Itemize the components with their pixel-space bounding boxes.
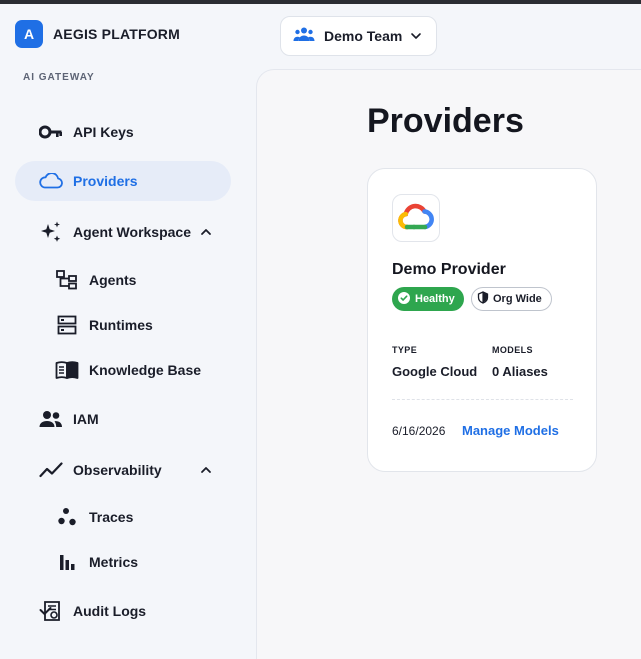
scope-badge: Org Wide [471, 287, 552, 311]
sidebar-item-label: Audit Logs [73, 603, 147, 619]
brand-name: AEGIS PLATFORM [53, 26, 180, 42]
key-icon [39, 120, 63, 144]
provider-name: Demo Provider [392, 261, 506, 278]
sidebar-item-knowledge-base[interactable]: Knowledge Base [55, 352, 231, 388]
scope-badge-label: Org Wide [493, 293, 542, 305]
sidebar-item-label: IAM [73, 411, 99, 427]
cloud-icon [39, 169, 63, 193]
chevron-up-icon[interactable] [199, 463, 213, 482]
team-selector-label: Demo Team [324, 28, 403, 44]
sidebar-item-label: Knowledge Base [89, 362, 202, 378]
sidebar-section-label: AI GATEWAY [23, 72, 95, 83]
sidebar-item-agent-workspace[interactable]: Agent Workspace [15, 212, 231, 252]
sidebar-item-label: Providers [73, 173, 138, 189]
sidebar-item-label: Traces [89, 509, 134, 525]
brand-logo: A [15, 20, 43, 48]
check-circle-icon [398, 291, 410, 307]
trend-icon [39, 458, 63, 482]
server-icon [55, 313, 79, 337]
shield-icon [477, 291, 489, 307]
team-selector[interactable]: Demo Team [280, 16, 437, 56]
book-icon [55, 358, 79, 382]
status-badge: Healthy [392, 287, 464, 311]
sidebar-item-label: Agents [89, 272, 137, 288]
bar-chart-icon [55, 550, 79, 574]
sidebar-item-runtimes[interactable]: Runtimes [55, 307, 231, 343]
sidebar-item-label: Agent Workspace [73, 224, 191, 240]
traces-icon [55, 505, 79, 529]
sidebar-item-metrics[interactable]: Metrics [55, 544, 231, 580]
type-label: TYPE [392, 345, 418, 355]
people-icon [39, 407, 63, 431]
sidebar-item-observability[interactable]: Observability [15, 450, 231, 490]
status-badge-label: Healthy [415, 293, 455, 305]
sidebar-item-audit-logs[interactable]: Audit Logs [15, 591, 231, 631]
team-icon [293, 26, 315, 47]
chevron-up-icon[interactable] [199, 225, 213, 244]
sidebar-item-label: API Keys [73, 124, 134, 140]
brand[interactable]: A AEGIS PLATFORM [15, 20, 180, 48]
sidebar-item-traces[interactable]: Traces [55, 499, 231, 535]
sidebar-item-label: Observability [73, 462, 162, 478]
window-top-strip [0, 0, 641, 4]
sidebar-item-api-keys[interactable]: API Keys [15, 112, 231, 152]
sidebar-item-iam[interactable]: IAM [15, 399, 231, 439]
provider-date: 6/16/2026 [392, 424, 446, 438]
sidebar-item-label: Metrics [89, 554, 139, 570]
sparkles-icon [39, 220, 63, 244]
audit-icon [39, 599, 63, 623]
provider-card[interactable]: Demo Provider Healthy Org Wide TYPE MODE… [367, 168, 597, 472]
hierarchy-icon [55, 268, 79, 292]
sidebar-item-providers[interactable]: Providers [15, 161, 231, 201]
manage-models-link[interactable]: Manage Models [462, 423, 559, 438]
models-label: MODELS [492, 345, 533, 355]
chevron-down-icon [410, 29, 422, 47]
google-cloud-logo [392, 194, 440, 242]
type-value: Google Cloud [392, 364, 478, 379]
card-divider [392, 399, 573, 400]
sidebar-item-agents[interactable]: Agents [55, 262, 231, 298]
page-title: Providers [367, 102, 524, 140]
sidebar-item-label: Runtimes [89, 317, 153, 333]
models-value: 0 Aliases [492, 364, 548, 379]
